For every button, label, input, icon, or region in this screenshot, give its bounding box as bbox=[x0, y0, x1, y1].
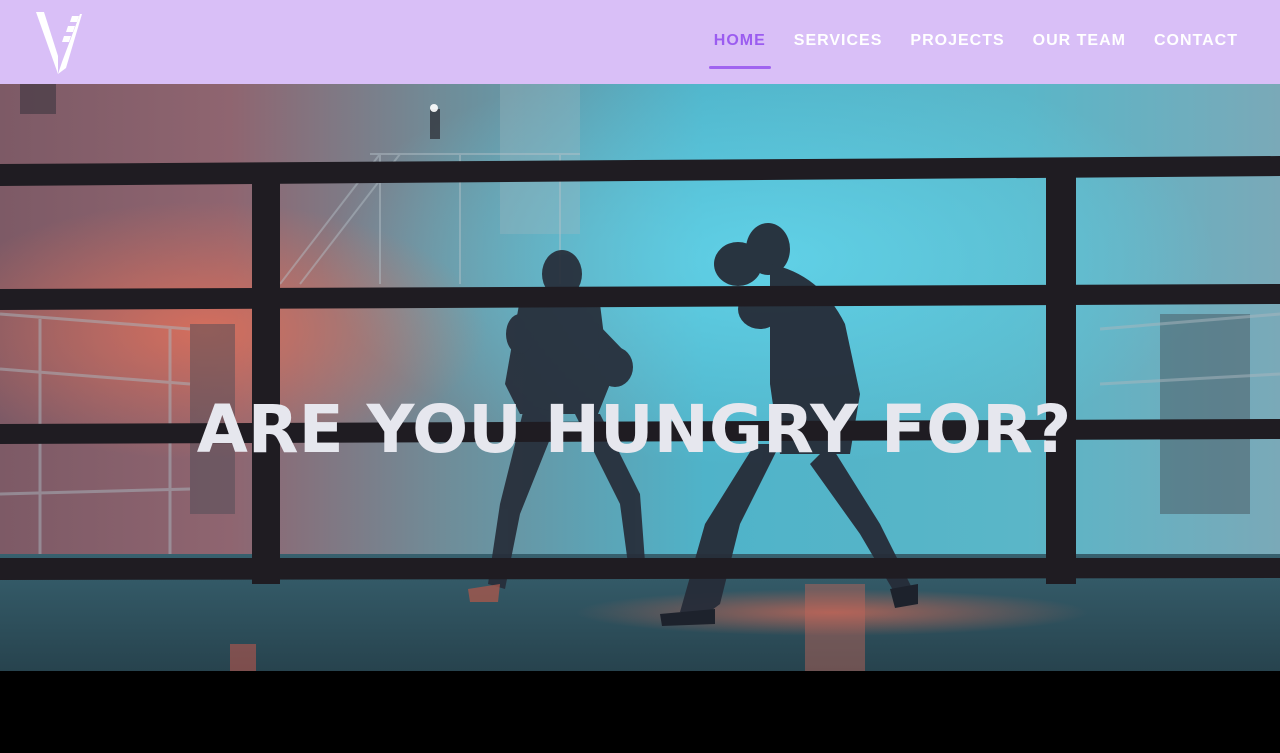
nav-contact[interactable]: CONTACT bbox=[1140, 0, 1252, 84]
nav-home[interactable]: HOME bbox=[700, 0, 780, 84]
nav-services[interactable]: SERVICES bbox=[780, 0, 897, 84]
nav-our-team[interactable]: OUR TEAM bbox=[1019, 0, 1140, 84]
boxing-ring-two-fighters-image bbox=[0, 84, 1280, 671]
nav-projects[interactable]: PROJECTS bbox=[896, 0, 1018, 84]
hero-headline: ARE YOU HUNGRY FOR? bbox=[196, 391, 1072, 468]
main-nav: HOME SERVICES PROJECTS OUR TEAM CONTACT bbox=[700, 0, 1252, 84]
site-header: HOME SERVICES PROJECTS OUR TEAM CONTACT bbox=[0, 0, 1280, 84]
below-hero-band bbox=[0, 671, 1280, 753]
hero-section: ARE YOU HUNGRY FOR? bbox=[0, 84, 1280, 671]
v-logo-icon[interactable] bbox=[36, 12, 82, 74]
